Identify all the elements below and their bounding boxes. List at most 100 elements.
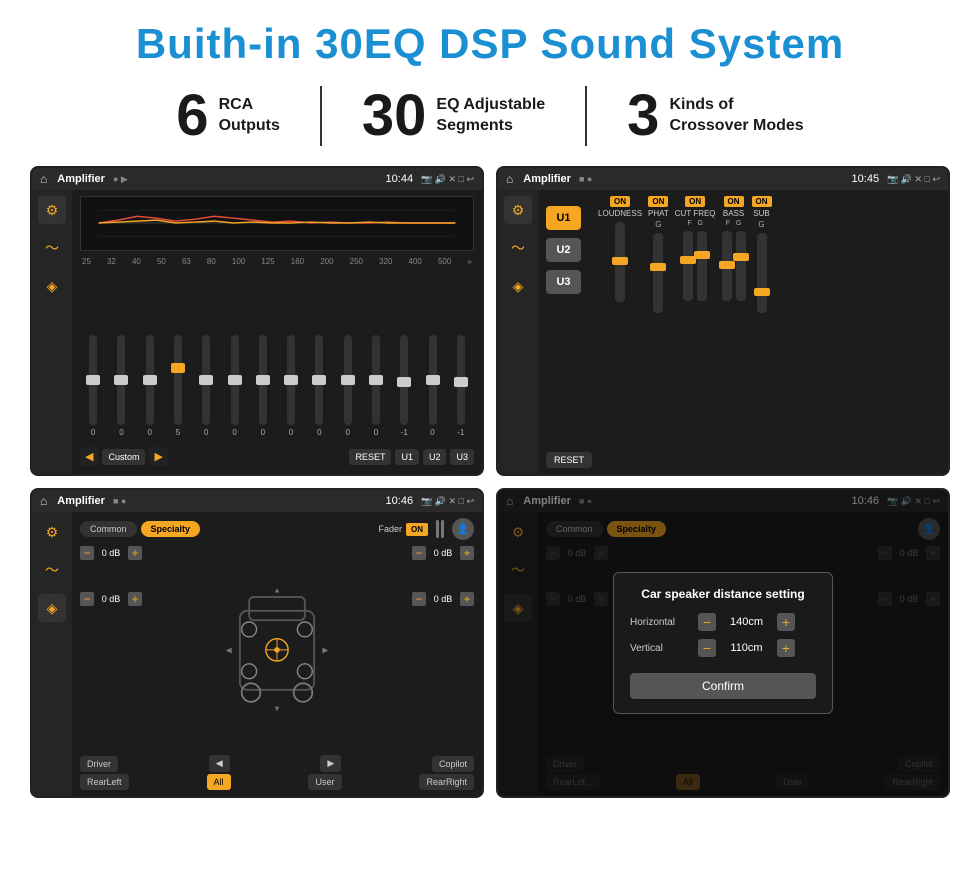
status-time-2: 10:45 [852,173,880,185]
u2-button[interactable]: U2 [546,238,581,262]
loudness-slider[interactable] [615,222,625,302]
status-bar-2: ⌂ Amplifier ■ ● 10:45 📷 🔊 ✕ □ ↩ [498,168,948,190]
phat-on-badge[interactable]: ON [648,196,668,207]
vertical-minus-button[interactable]: − [698,639,716,657]
status-icons-1: 📷 🔊 ✕ □ ↩ [421,174,474,185]
status-indicators-1: ● ▶ [113,174,128,185]
crossover-screen: ⌂ Amplifier ■ ● 10:45 📷 🔊 ✕ □ ↩ ⚙ 〜 ◈ U1 [496,166,950,476]
crossover-main-area: U1 U2 U3 RESET ON LOUDNESS [538,190,948,474]
fader-sidebar: ⚙ 〜 ◈ [32,512,72,796]
tab-specialty-3[interactable]: Specialty [141,521,201,537]
eq-reset-button[interactable]: RESET [349,449,391,465]
sub-on-badge[interactable]: ON [752,196,772,207]
crossover-screen-content: ⚙ 〜 ◈ U1 U2 U3 RESET [498,190,948,474]
eq-screen-content: ⚙ 〜 ◈ [32,190,482,474]
fader-body: − 0 dB + − 0 dB + [80,546,474,749]
eq-slider-3: 0 [139,335,161,437]
eq-sidebar-icon-1[interactable]: ⚙ [38,196,66,224]
home-icon-1[interactable]: ⌂ [40,172,47,186]
db-plus-2[interactable]: + [128,592,142,606]
bass-slider-f[interactable] [722,231,732,301]
u3-button[interactable]: U3 [546,270,581,294]
horizontal-plus-button[interactable]: + [777,613,795,631]
horizontal-minus-button[interactable]: − [698,613,716,631]
eq-slider-11: 0 [365,335,387,437]
eq-u1-button[interactable]: U1 [395,449,419,465]
confirm-button[interactable]: Confirm [630,673,816,699]
rearright-button-3[interactable]: RearRight [419,774,474,790]
fader-bottom-buttons-2: RearLeft All User RearRight [80,774,474,790]
eq-u2-button[interactable]: U2 [423,449,447,465]
rearleft-button-3[interactable]: RearLeft [80,774,129,790]
db-plus-3[interactable]: + [460,546,474,560]
status-icons-3: 📷 🔊 ✕ □ ↩ [421,496,474,507]
main-title: Buith-in 30EQ DSP Sound System [30,20,950,68]
nav-left-button-3[interactable]: ◀ [209,755,230,772]
db-minus-2[interactable]: − [80,592,94,606]
eq-screen: ⌂ Amplifier ● ▶ 10:44 📷 🔊 ✕ □ ↩ ⚙ 〜 ◈ [30,166,484,476]
eq-custom-button[interactable]: Custom [102,449,145,465]
eq-slider-5: 0 [195,335,217,437]
eq-next-button[interactable]: ▶ [149,447,167,466]
tab-common-3[interactable]: Common [80,521,137,537]
status-icons-2: 📷 🔊 ✕ □ ↩ [887,174,940,185]
fader-sidebar-icon-2[interactable]: 〜 [38,556,66,584]
dialog-title: Car speaker distance setting [630,587,816,601]
crossover-sidebar-icon-1[interactable]: ⚙ [504,196,532,224]
crossover-controls-area: ON LOUDNESS ON PHAT G [598,196,940,468]
db-minus-3[interactable]: − [412,546,426,560]
eq-u3-button[interactable]: U3 [450,449,474,465]
phat-slider[interactable] [653,233,663,313]
fader-main-area: Common Specialty Fader ON 👤 [72,512,482,796]
screens-grid: ⌂ Amplifier ● ▶ 10:44 📷 🔊 ✕ □ ↩ ⚙ 〜 ◈ [30,166,950,798]
eq-slider-7: 0 [252,335,274,437]
crossover-sidebar-icon-3[interactable]: ◈ [504,272,532,300]
sub-slider[interactable] [757,233,767,313]
eq-sidebar-icon-2[interactable]: 〜 [38,234,66,262]
status-bar-1: ⌂ Amplifier ● ▶ 10:44 📷 🔊 ✕ □ ↩ [32,168,482,190]
db-minus-1[interactable]: − [80,546,94,560]
eq-slider-13: 0 [421,335,443,437]
stats-row: 6 RCAOutputs 30 EQ AdjustableSegments 3 … [30,86,950,146]
driver-button-3[interactable]: Driver [80,756,118,772]
db-minus-4[interactable]: − [412,592,426,606]
nav-right-button-3[interactable]: ▶ [320,755,341,772]
home-icon-2[interactable]: ⌂ [506,172,513,186]
home-icon-3[interactable]: ⌂ [40,494,47,508]
bass-slider-g[interactable] [736,231,746,301]
eq-sidebar-icon-3[interactable]: ◈ [38,272,66,300]
fader-on-toggle-3[interactable]: ON [406,523,428,536]
svg-text:◀: ◀ [226,645,232,654]
stat-rca: 6 RCAOutputs [136,87,320,145]
loudness-control: ON LOUDNESS [598,196,642,304]
stat-rca-label: RCAOutputs [219,95,280,137]
cutfreq-slider-g[interactable] [697,231,707,301]
eq-slider-10: 0 [337,335,359,437]
db-control-2: − 0 dB + [80,592,150,606]
eq-prev-button[interactable]: ◀ [80,447,98,466]
loudness-on-badge[interactable]: ON [610,196,630,207]
crossover-sidebar-icon-2[interactable]: 〜 [504,234,532,262]
copilot-button-3[interactable]: Copilot [432,756,474,772]
app-title-3: Amplifier [57,495,105,507]
bass-on-badge[interactable]: ON [724,196,744,207]
fader-sidebar-icon-3[interactable]: ◈ [38,594,66,622]
user-button-3[interactable]: User [308,774,341,790]
eq-freq-labels: 25 32 40 50 63 80 100 125 160 200 250 32… [80,255,474,268]
fader-sidebar-icon-1[interactable]: ⚙ [38,518,66,546]
status-indicators-3: ■ ● [113,496,126,506]
cutfreq-on-badge[interactable]: ON [685,196,705,207]
stat-eq: 30 EQ AdjustableSegments [322,87,585,145]
cutfreq-slider-f[interactable] [683,231,693,301]
u1-button[interactable]: U1 [546,206,581,230]
all-button-3[interactable]: All [207,774,231,790]
vertical-plus-button[interactable]: + [777,639,795,657]
u-buttons-group: U1 U2 U3 RESET [546,196,592,468]
db-plus-1[interactable]: + [128,546,142,560]
status-time-1: 10:44 [386,173,414,185]
db-control-1: − 0 dB + [80,546,150,560]
crossover-reset-button[interactable]: RESET [546,452,592,468]
eq-thumb-1[interactable] [86,375,100,385]
crossover-sidebar: ⚙ 〜 ◈ [498,190,538,474]
db-plus-4[interactable]: + [460,592,474,606]
